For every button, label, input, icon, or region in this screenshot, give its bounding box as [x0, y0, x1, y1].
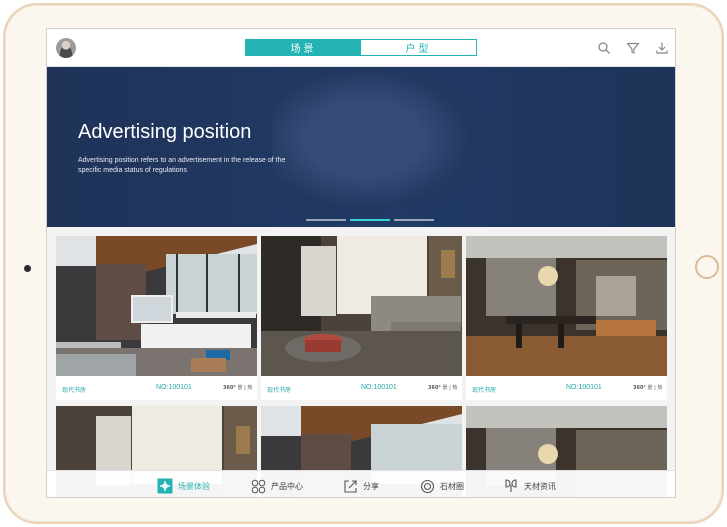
card-number: NO:100101 [566, 384, 602, 391]
carousel-indicator [306, 219, 434, 221]
scene-card[interactable]: 现代书房 NO:100101 360° 景 | 热 [466, 236, 667, 400]
nav-news[interactable]: 天材资讯 [503, 478, 556, 494]
badge-detail: 景 | 热 [442, 385, 458, 391]
scene-card[interactable]: 现代书房 NO:100101 360° 景 | 热 [261, 236, 462, 400]
share-icon [344, 479, 357, 493]
card-meta: 现代书房 NO:100101 360° 景 | 热 [56, 378, 257, 400]
front-camera [24, 265, 31, 272]
nav-label: 分享 [363, 481, 379, 491]
scene-image-lounge [261, 236, 462, 376]
nav-label: 石材圈 [440, 481, 464, 491]
tab-scene[interactable]: 场景 [246, 40, 361, 55]
avatar[interactable] [56, 38, 76, 58]
view-switch: 场景 户型 [245, 39, 477, 56]
scene-icon [157, 478, 173, 494]
nav-share[interactable]: 分享 [343, 478, 379, 494]
scene-grid: 现代书房 NO:100101 360° 景 | 热 现代书房 NO:100101… [47, 227, 675, 497]
badge-detail: 景 | 热 [237, 385, 253, 391]
scene-image-kitchen-dining [466, 236, 667, 376]
top-bar: 场景 户型 [47, 29, 675, 67]
product-grid-icon [251, 479, 266, 493]
app-screen: 场景 户型 Advertising position Advertising p… [46, 28, 676, 498]
badge-360: 360° [223, 385, 236, 391]
card-meta: 现代书房 NO:100101 360° 景 | 热 [466, 378, 667, 400]
nav-product-center[interactable]: 产品中心 [251, 478, 303, 494]
card-category: 现代书房 [472, 387, 497, 394]
card-360-badge[interactable]: 360° 景 | 热 [633, 384, 662, 391]
card-number: NO:100101 [361, 384, 397, 391]
badge-360: 360° [428, 385, 441, 391]
banner-portrait-image [272, 67, 502, 227]
card-meta: 现代书房 NO:100101 360° 景 | 热 [261, 378, 462, 400]
carousel-dot[interactable] [394, 219, 434, 221]
scene-card[interactable]: 现代书房 NO:100101 360° 景 | 热 [56, 236, 257, 400]
card-number: NO:100101 [156, 384, 192, 391]
scene-image-living-room [56, 236, 257, 376]
stone-circle-icon [420, 479, 435, 493]
card-360-badge[interactable]: 360° 景 | 热 [428, 384, 457, 391]
tab-floorplan[interactable]: 户型 [361, 40, 476, 55]
download-icon[interactable] [654, 40, 670, 56]
ad-banner[interactable]: Advertising position Advertising positio… [47, 67, 675, 227]
news-icon [505, 479, 517, 492]
card-360-badge[interactable]: 360° 景 | 热 [223, 384, 252, 391]
bottom-nav: 场景体验 产品中心 分享 石材圈 天材资讯 [47, 470, 675, 497]
carousel-dot-active[interactable] [350, 219, 390, 221]
nav-label: 场景体验 [178, 481, 210, 491]
badge-detail: 景 | 热 [647, 385, 663, 391]
nav-label: 天材资讯 [524, 481, 556, 491]
card-category: 现代书房 [62, 387, 87, 394]
search-icon[interactable] [596, 40, 612, 56]
nav-scene-experience[interactable]: 场景体验 [157, 478, 210, 494]
home-button[interactable] [695, 255, 719, 279]
filter-icon[interactable] [625, 40, 641, 56]
nav-label: 产品中心 [271, 481, 303, 491]
nav-stone-circle[interactable]: 石材圈 [420, 478, 464, 494]
badge-360: 360° [633, 385, 646, 391]
banner-title: Advertising position [78, 121, 252, 143]
banner-description: Advertising position refers to an advert… [78, 157, 286, 174]
card-category: 现代书房 [267, 387, 292, 394]
carousel-dot[interactable] [306, 219, 346, 221]
